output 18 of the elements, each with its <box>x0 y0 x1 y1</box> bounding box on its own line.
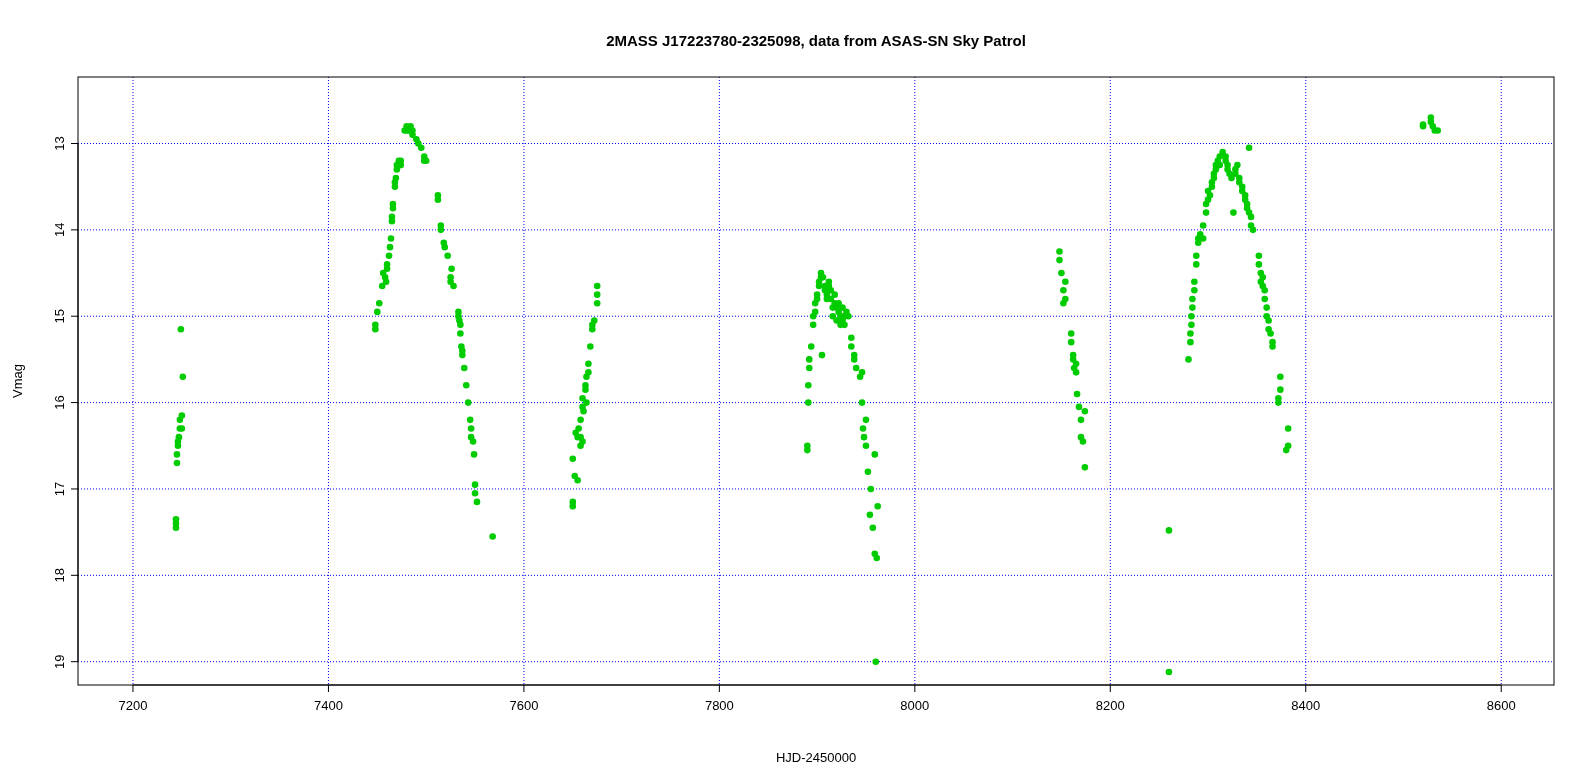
axis-tick-label: 8200 <box>1095 698 1125 713</box>
x-axis-label: HJD-2450000 <box>775 750 857 765</box>
axis-tick-label: 8600 <box>1486 698 1516 713</box>
axis-tick-label: 7200 <box>118 698 148 713</box>
axis-tick-label: 19 <box>52 654 67 669</box>
axis-tick-label: 8400 <box>1291 698 1321 713</box>
axis-tick-label: 15 <box>52 309 67 324</box>
axis-tick-label: 13 <box>52 136 67 151</box>
axis-tick-label: 17 <box>52 481 67 497</box>
axis-tick-label: 7400 <box>314 698 343 713</box>
axis-tick-label: 7600 <box>509 698 539 713</box>
axis-tick-label: 16 <box>52 395 67 410</box>
axis-tick-label: 8000 <box>900 698 930 713</box>
y-axis-label: Vmag <box>10 364 25 398</box>
axis-tick-label: 14 <box>52 222 67 238</box>
chart-title: 2MASS J17223780-2325098, data from ASAS-SN Sky Patrol <box>606 32 1026 49</box>
axis-tick-label: 7800 <box>704 698 734 713</box>
axis-tick-label: 18 <box>52 568 67 583</box>
